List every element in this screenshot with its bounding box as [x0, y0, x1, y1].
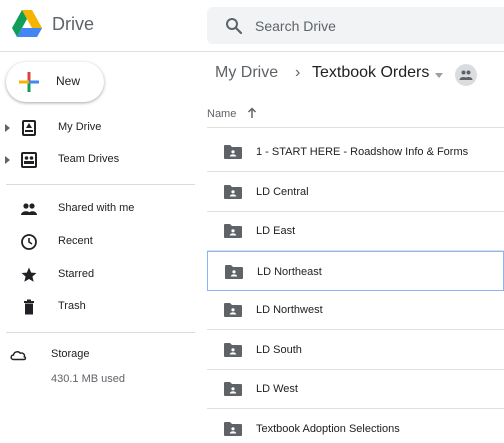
- search-icon[interactable]: [225, 17, 243, 35]
- sidebar-item-label: Trash: [58, 300, 86, 312]
- shared-folder-icon: [224, 303, 242, 317]
- new-button-label: New: [56, 74, 81, 88]
- sort-ascending-icon[interactable]: [247, 107, 257, 119]
- file-row[interactable]: LD Northwest: [207, 290, 504, 330]
- expand-arrow-icon[interactable]: [5, 124, 10, 132]
- search-bar[interactable]: [207, 7, 504, 44]
- chevron-right-icon: ›: [295, 64, 301, 81]
- people-icon: [459, 70, 473, 80]
- shared-folder-icon: [224, 224, 242, 238]
- google-drive-logo-icon[interactable]: [12, 10, 42, 38]
- name-column-header[interactable]: Name: [207, 108, 236, 120]
- dropdown-arrow-icon[interactable]: [435, 73, 443, 78]
- star-icon: [21, 267, 37, 282]
- trash-icon: [24, 299, 34, 315]
- file-row[interactable]: LD Northeast: [207, 251, 504, 291]
- sidebar: New My Drive Team Drives Shared with me …: [0, 52, 196, 443]
- column-header-row: Name: [207, 100, 504, 128]
- app-title[interactable]: Drive: [52, 14, 94, 35]
- sidebar-item-recent[interactable]: Recent: [0, 228, 196, 256]
- shared-folder-icon: [224, 382, 242, 396]
- clock-icon: [21, 234, 37, 250]
- shared-folder-icon: [224, 145, 242, 159]
- breadcrumb-current-folder[interactable]: Textbook Orders: [312, 64, 429, 82]
- expand-arrow-icon[interactable]: [5, 156, 10, 164]
- sidebar-item-my-drive[interactable]: My Drive: [0, 114, 196, 142]
- sidebar-item-label: My Drive: [58, 121, 102, 133]
- breadcrumb-my-drive[interactable]: My Drive: [215, 64, 278, 82]
- sidebar-divider: [6, 332, 195, 333]
- new-button[interactable]: New: [6, 62, 104, 102]
- sidebar-item-label: Starred: [58, 268, 95, 280]
- sidebar-item-storage[interactable]: Storage: [0, 341, 196, 369]
- sidebar-item-label: Shared with me: [58, 202, 135, 214]
- top-bar: Drive: [0, 0, 504, 52]
- file-name: LD South: [256, 344, 302, 356]
- search-input[interactable]: [255, 7, 504, 44]
- sidebar-item-starred[interactable]: Starred: [0, 261, 196, 289]
- file-row[interactable]: LD East: [207, 211, 504, 251]
- shared-folder-icon: [224, 343, 242, 357]
- team-drives-icon: [21, 152, 37, 168]
- sidebar-item-label: Recent: [58, 235, 93, 247]
- shared-folder-badge[interactable]: [455, 64, 477, 86]
- shared-icon: [21, 203, 37, 215]
- file-name: Textbook Adoption Selections: [256, 423, 400, 435]
- shared-folder-icon: [224, 422, 242, 436]
- shared-folder-icon: [225, 265, 243, 279]
- file-name: LD West: [256, 383, 298, 395]
- file-name: LD Central: [256, 186, 309, 198]
- sidebar-item-shared-with-me[interactable]: Shared with me: [0, 195, 196, 223]
- sidebar-item-label: Team Drives: [58, 153, 120, 165]
- sidebar-item-team-drives[interactable]: Team Drives: [0, 146, 196, 174]
- file-row[interactable]: LD West: [207, 369, 504, 409]
- sidebar-divider: [6, 184, 195, 185]
- cloud-icon: [10, 351, 27, 361]
- file-name: LD Northeast: [257, 266, 322, 278]
- shared-folder-icon: [224, 185, 242, 199]
- file-row[interactable]: Textbook Adoption Selections: [207, 409, 504, 443]
- file-name: LD East: [256, 225, 296, 237]
- file-name: 1 - START HERE - Roadshow Info & Forms: [256, 146, 469, 158]
- plus-icon: [19, 72, 39, 92]
- my-drive-icon: [22, 120, 36, 136]
- sidebar-item-trash[interactable]: Trash: [0, 293, 196, 321]
- file-row[interactable]: LD Central: [207, 172, 504, 212]
- storage-used-text: 430.1 MB used: [51, 373, 125, 385]
- main-content: My Drive › Textbook Orders Name 1 - STAR…: [207, 52, 504, 443]
- file-row[interactable]: LD South: [207, 330, 504, 370]
- file-name: LD Northwest: [256, 304, 323, 316]
- storage-label: Storage: [51, 348, 90, 360]
- file-row[interactable]: 1 - START HERE - Roadshow Info & Forms: [207, 132, 504, 172]
